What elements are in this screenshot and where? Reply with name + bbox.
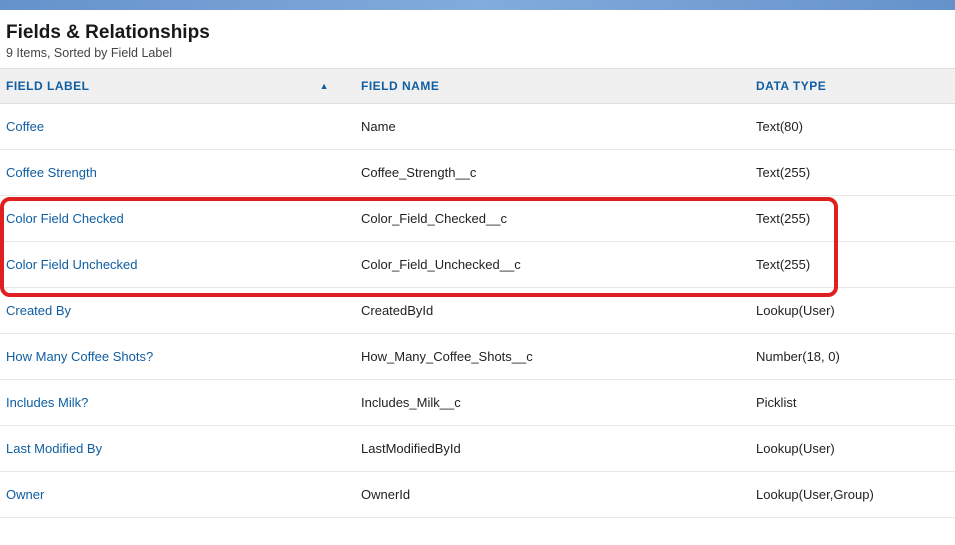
table-row: Last Modified By LastModifiedById Lookup… xyxy=(0,426,955,472)
top-banner xyxy=(0,0,955,10)
page-header: Fields & Relationships 9 Items, Sorted b… xyxy=(0,10,955,68)
field-name-cell: How_Many_Coffee_Shots__c xyxy=(355,334,750,380)
field-type-cell: Lookup(User,Group) xyxy=(750,472,955,518)
field-label-link[interactable]: Coffee xyxy=(6,119,44,134)
field-name-cell: Name xyxy=(355,104,750,150)
field-label-link[interactable]: Owner xyxy=(6,487,44,502)
table-row: Created By CreatedById Lookup(User) xyxy=(0,288,955,334)
field-name-cell: Coffee_Strength__c xyxy=(355,150,750,196)
table-row: Includes Milk? Includes_Milk__c Picklist xyxy=(0,380,955,426)
field-type-cell: Text(255) xyxy=(750,196,955,242)
field-name-cell: LastModifiedById xyxy=(355,426,750,472)
column-header-type-text: DATA TYPE xyxy=(756,79,826,93)
table-row: Owner OwnerId Lookup(User,Group) xyxy=(0,472,955,518)
field-type-cell: Text(255) xyxy=(750,242,955,288)
field-label-link[interactable]: How Many Coffee Shots? xyxy=(6,349,153,364)
column-header-field-name[interactable]: FIELD NAME xyxy=(355,69,750,104)
field-type-cell: Lookup(User) xyxy=(750,288,955,334)
table-row: Coffee Name Text(80) xyxy=(0,104,955,150)
table-header-row: FIELD LABEL ▲ FIELD NAME DATA TYPE xyxy=(0,69,955,104)
field-name-cell: Color_Field_Checked__c xyxy=(355,196,750,242)
table-row: How Many Coffee Shots? How_Many_Coffee_S… xyxy=(0,334,955,380)
field-type-cell: Text(255) xyxy=(750,150,955,196)
table-row: Color Field Unchecked Color_Field_Unchec… xyxy=(0,242,955,288)
field-label-link[interactable]: Coffee Strength xyxy=(6,165,97,180)
field-label-link[interactable]: Includes Milk? xyxy=(6,395,88,410)
fields-table: FIELD LABEL ▲ FIELD NAME DATA TYPE Coffe… xyxy=(0,68,955,518)
column-header-name-text: FIELD NAME xyxy=(361,79,439,93)
field-type-cell: Text(80) xyxy=(750,104,955,150)
field-name-cell: OwnerId xyxy=(355,472,750,518)
field-name-cell: Color_Field_Unchecked__c xyxy=(355,242,750,288)
field-type-cell: Number(18, 0) xyxy=(750,334,955,380)
field-name-cell: CreatedById xyxy=(355,288,750,334)
field-type-cell: Picklist xyxy=(750,380,955,426)
field-label-link[interactable]: Created By xyxy=(6,303,71,318)
column-header-label-text: FIELD LABEL xyxy=(6,79,90,93)
field-label-link[interactable]: Last Modified By xyxy=(6,441,102,456)
column-header-field-label[interactable]: FIELD LABEL ▲ xyxy=(0,69,355,104)
field-type-cell: Lookup(User) xyxy=(750,426,955,472)
table-row: Color Field Checked Color_Field_Checked_… xyxy=(0,196,955,242)
column-header-data-type[interactable]: DATA TYPE xyxy=(750,69,955,104)
page-title: Fields & Relationships xyxy=(6,22,949,44)
page-subtitle: 9 Items, Sorted by Field Label xyxy=(6,46,949,60)
field-name-cell: Includes_Milk__c xyxy=(355,380,750,426)
field-label-link[interactable]: Color Field Checked xyxy=(6,211,124,226)
field-label-link[interactable]: Color Field Unchecked xyxy=(6,257,138,272)
table-row: Coffee Strength Coffee_Strength__c Text(… xyxy=(0,150,955,196)
sort-ascending-icon: ▲ xyxy=(320,81,329,91)
